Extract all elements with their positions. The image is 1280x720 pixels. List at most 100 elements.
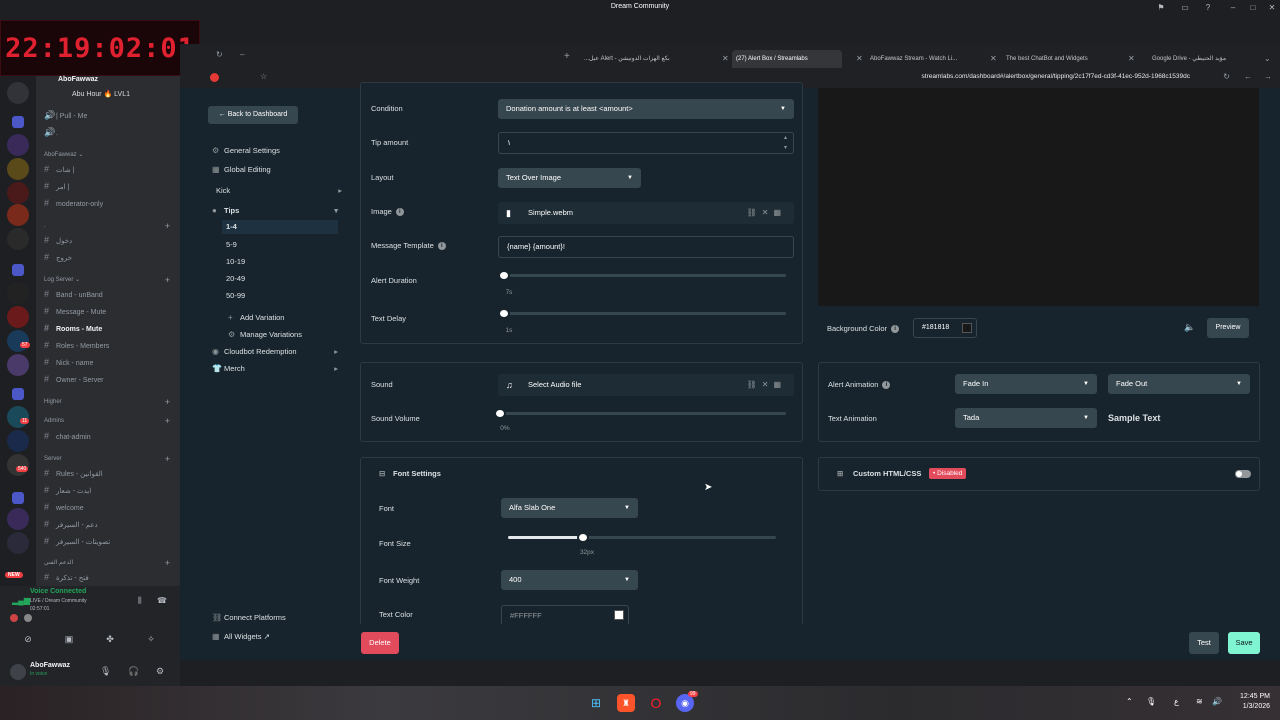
info-icon[interactable]: i [395, 208, 404, 217]
font-settings-header[interactable]: ⊟ Font Settings [379, 469, 441, 478]
text-channel[interactable]: # Message - Mute [44, 304, 176, 318]
server-icon[interactable] [7, 330, 29, 352]
server-icon[interactable] [7, 204, 29, 226]
maximize-icon[interactable]: □ [1248, 3, 1258, 13]
text-channel[interactable]: # دخول [44, 233, 176, 247]
folder-icon[interactable] [12, 264, 24, 276]
star-icon[interactable]: ☆ [260, 72, 267, 81]
text-delay-slider[interactable] [498, 308, 786, 319]
media-actions-icon[interactable]: ⛓✕▦ [747, 374, 786, 396]
username[interactable]: AboFawwaz [30, 662, 70, 669]
minimize-icon[interactable]: – [1228, 3, 1238, 13]
text-animation-select[interactable]: Tada ▼ [955, 408, 1097, 428]
custom-html-toggle[interactable] [1235, 470, 1251, 478]
voice-status[interactable]: Voice Connected [30, 588, 86, 595]
folder-icon[interactable] [12, 492, 24, 504]
variation-item-active[interactable]: 1-4 [222, 220, 338, 234]
sidebar-item-merch[interactable]: 👕 Merch ▸ [212, 362, 342, 376]
category-header[interactable]: Log Server ⌄ + [44, 273, 176, 287]
slider-handle[interactable] [498, 308, 510, 319]
manage-variations-button[interactable]: ⚙ Manage Variations [228, 328, 358, 342]
avatar[interactable] [10, 614, 18, 622]
brave-browser-icon[interactable]: ♜ [617, 694, 635, 712]
server-icon[interactable] [7, 228, 29, 250]
voice-channel[interactable]: 🔊| Pull - Me [44, 108, 176, 122]
inbox-icon[interactable]: ▭ [1180, 3, 1190, 13]
back-icon[interactable]: – [240, 50, 244, 59]
text-channel[interactable]: # امر | [44, 179, 176, 193]
category-header[interactable]: Higher + [44, 395, 176, 409]
category-header[interactable]: الدعم الفني + [44, 556, 176, 570]
mic-icon[interactable]: 🎙 [1146, 697, 1156, 706]
image-picker[interactable]: ▮ Simple.webm ⛓✕▦ [498, 202, 794, 224]
variation-item[interactable]: 5-9 [226, 238, 356, 252]
sidebar-item-global[interactable]: ▦ Global Editing [212, 163, 342, 177]
layout-select[interactable]: Text Over Image ▼ [498, 168, 641, 188]
sound-volume-slider[interactable] [494, 408, 786, 419]
browser-tab[interactable]: ...عيل Alert - بكع الهزات الدونيشن [580, 50, 710, 68]
text-channel[interactable]: # خروج [44, 250, 176, 264]
speaker-icon[interactable]: 🔊 [1212, 697, 1222, 706]
avatar[interactable] [10, 664, 26, 680]
server-icon[interactable] [7, 454, 29, 476]
sidebar-item-cloudbot[interactable]: ◉ Cloudbot Redemption ▸ [212, 345, 342, 359]
text-channel[interactable]: # دعم - السيرفر [44, 517, 176, 531]
text-channel[interactable]: # Rules - القوانين [44, 466, 176, 480]
keyboard-language[interactable]: ع [1174, 697, 1179, 706]
preview-button[interactable]: Preview [1207, 318, 1249, 338]
slider-handle[interactable] [494, 408, 506, 419]
headphones-icon[interactable]: 🎧 [128, 666, 139, 677]
screen-share-icon[interactable]: ▣ [61, 634, 77, 646]
text-channel[interactable]: # فتح - تذكرة [44, 570, 176, 584]
category-header[interactable]: Admins + [44, 414, 176, 428]
text-channel[interactable]: # تصويتات - السيرفر [44, 534, 176, 548]
reload-icon[interactable]: ↻ [216, 50, 223, 59]
slider-handle[interactable] [577, 532, 590, 543]
condition-select[interactable]: Donation amount is at least <amount> ▼ [498, 99, 794, 119]
voice-user[interactable]: AboFawwaz [58, 73, 190, 87]
category-header[interactable]: AboFawwaz ⌄ [44, 148, 176, 162]
alert-duration-slider[interactable] [498, 270, 786, 281]
tab-close-icon[interactable]: ✕ [856, 50, 863, 68]
background-color-input[interactable]: #181818 [913, 318, 977, 338]
volume-icon[interactable]: 🔈 [1184, 322, 1195, 333]
test-button[interactable]: Test [1189, 632, 1219, 654]
refresh-icon[interactable]: ↻ [1223, 72, 1230, 81]
tip-amount-input[interactable]: ١ ▴ ▾ [498, 132, 794, 154]
text-channel[interactable]: # Owner - Server [44, 372, 176, 386]
avatar[interactable] [24, 614, 32, 622]
activities-icon[interactable]: ✤ [102, 634, 118, 646]
info-icon[interactable]: i [437, 242, 446, 251]
sidebar-item-general[interactable]: ⚙ General Settings [212, 144, 342, 158]
delete-button[interactable]: Delete [361, 632, 399, 654]
server-icon[interactable] [7, 158, 29, 180]
wifi-icon[interactable]: ≋ [1196, 697, 1203, 706]
text-channel-active[interactable]: # Rooms - Mute [44, 321, 176, 335]
color-swatch[interactable] [962, 323, 972, 333]
sound-picker[interactable]: ♫ Select Audio file ⛓✕▦ [498, 374, 794, 396]
color-swatch[interactable] [614, 610, 624, 620]
add-variation-button[interactable]: + Add Variation [228, 311, 358, 325]
folder-icon[interactable] [12, 116, 24, 128]
close-icon[interactable]: ✕ [1267, 3, 1277, 13]
font-select[interactable]: Alfa Slab One ▼ [501, 498, 638, 518]
text-channel[interactable]: # ايدت - شعار [44, 483, 176, 497]
custom-html-header[interactable]: ⊞ Custom HTML/CSS [837, 469, 921, 478]
text-channel[interactable]: # moderator-only [44, 196, 176, 210]
collapse-icon[interactable]: ⊟ [379, 469, 393, 478]
pin-icon[interactable]: ⚑ [1156, 3, 1166, 13]
server-icon[interactable] [7, 354, 29, 376]
tab-close-icon[interactable]: ✕ [1128, 50, 1135, 68]
media-actions-icon[interactable]: ⛓✕▦ [747, 202, 786, 224]
browser-tab[interactable]: Google Drive - مؤيد الحنيطي [1148, 50, 1258, 68]
sidebar-item-kick[interactable]: Kick ▸ [216, 184, 346, 198]
text-channel[interactable]: # Band - unBand [44, 287, 176, 301]
category-header[interactable]: Server + [44, 452, 176, 466]
help-icon[interactable]: ? [1203, 3, 1213, 13]
info-icon[interactable]: i [882, 381, 891, 390]
server-icon[interactable] [7, 306, 29, 328]
soundboard-icon[interactable]: ✧ [143, 634, 159, 646]
forward-arrow-icon[interactable]: → [1264, 72, 1272, 81]
font-weight-select[interactable]: 400 ▼ [501, 570, 638, 590]
text-channel[interactable]: # Nick - name [44, 355, 176, 369]
